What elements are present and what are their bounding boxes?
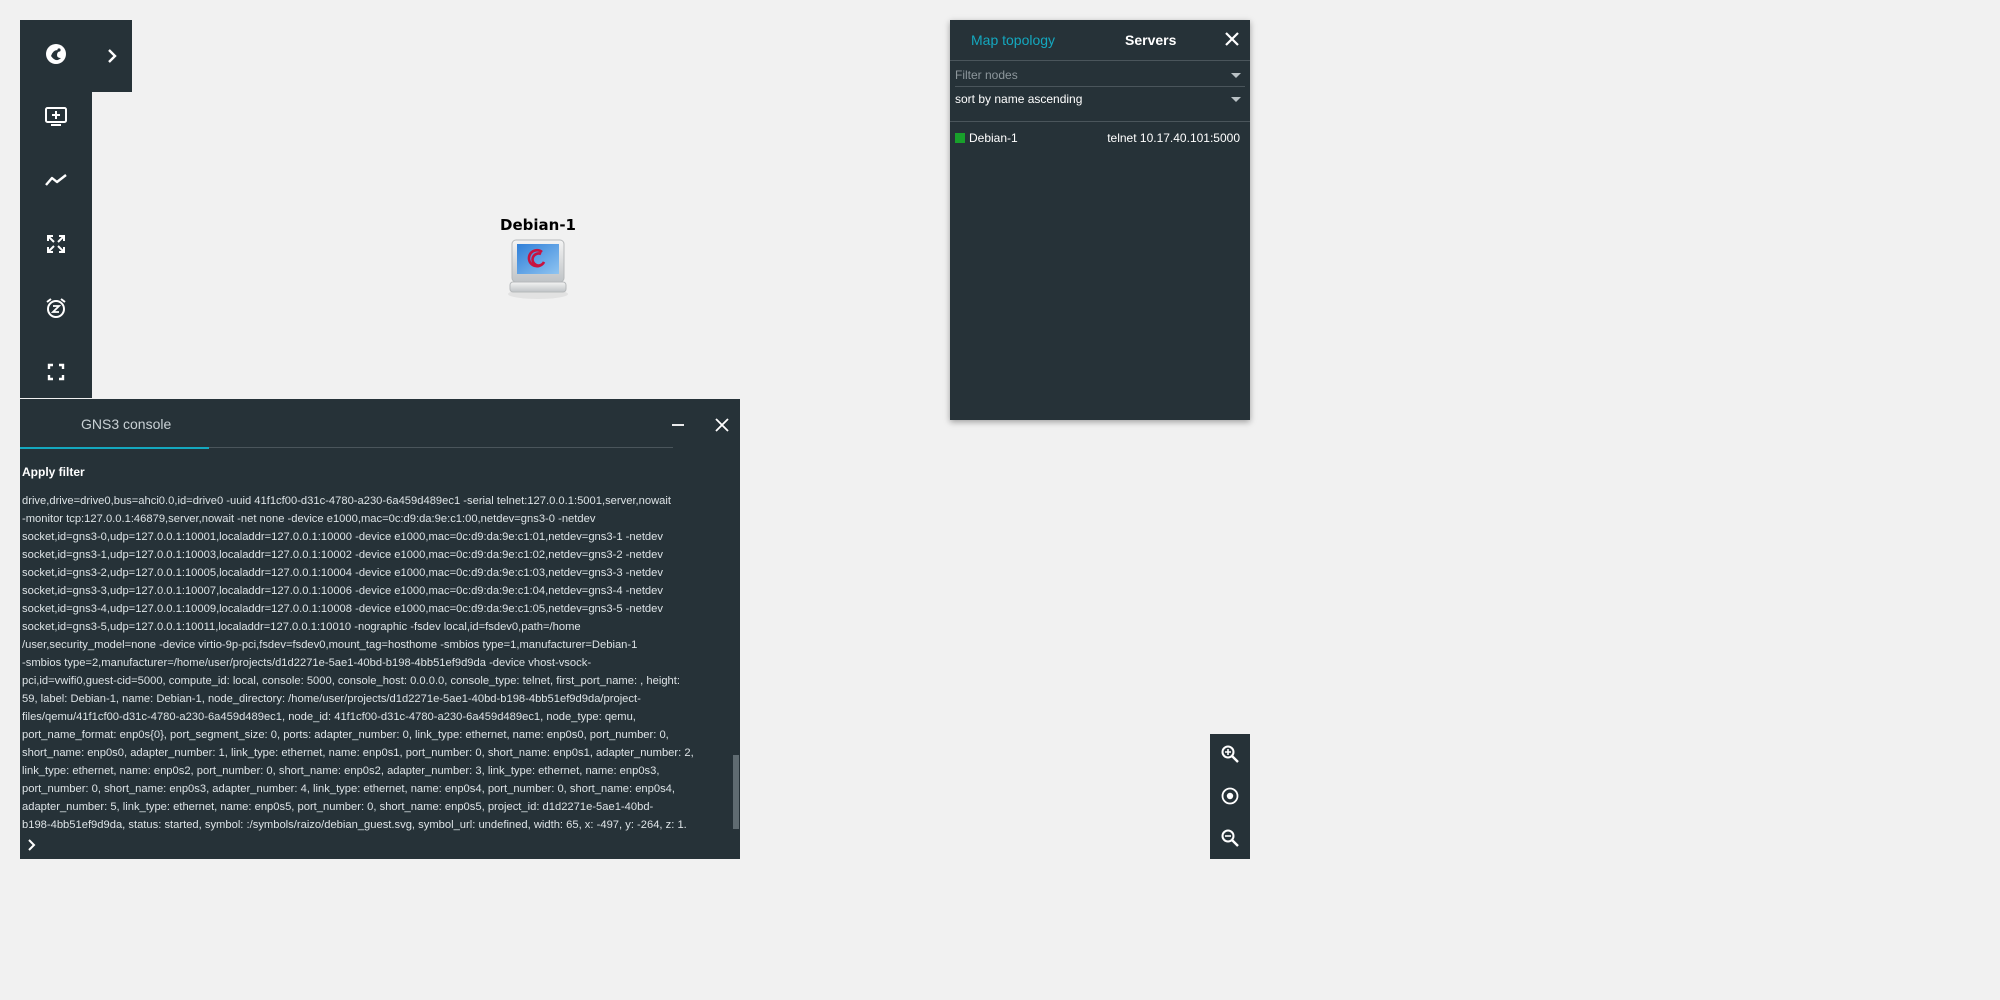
close-icon xyxy=(715,418,729,432)
gns3-logo-icon xyxy=(46,44,66,64)
filter-nodes-input[interactable]: Filter nodes xyxy=(955,66,1245,87)
chevron-down-icon xyxy=(1231,97,1241,102)
console-line: short_name: enp0s0, adapter_number: 1, l… xyxy=(22,747,694,759)
tab-servers[interactable]: Servers xyxy=(1125,32,1176,48)
console-line: socket,id=gns3-4,udp=127.0.0.1:10009,loc… xyxy=(22,603,663,615)
topology-close-button[interactable] xyxy=(1220,27,1244,51)
snooze-icon xyxy=(46,298,66,318)
add-node-icon xyxy=(45,107,67,126)
draw-link-icon xyxy=(45,174,67,186)
zoom-out-button[interactable] xyxy=(1210,818,1250,858)
divider xyxy=(950,121,1250,122)
add-node-button[interactable] xyxy=(20,87,92,147)
console-line: /user,security_model=none -device virtio… xyxy=(22,639,638,651)
topology-panel: Map topology Servers Filter nodes sort b… xyxy=(950,20,1250,420)
snooze-button[interactable] xyxy=(20,278,92,338)
minimize-icon xyxy=(672,424,684,426)
zoom-controls xyxy=(1210,734,1250,859)
console-line: socket,id=gns3-1,udp=127.0.0.1:10003,loc… xyxy=(22,549,663,561)
console-line: drive,drive=drive0,bus=ahci0.0,id=drive0… xyxy=(22,495,671,507)
console-line: link_type: ethernet, name: enp0s2, port_… xyxy=(22,765,660,777)
fullscreen-button[interactable] xyxy=(20,342,92,402)
canvas-node-debian-1[interactable]: Debian-1 xyxy=(498,216,578,300)
node-name: Debian-1 xyxy=(969,131,1018,145)
console-line: files/qemu/41f1cf00-d31c-4780-a230-6a459… xyxy=(22,711,636,723)
reset-zoom-button[interactable] xyxy=(1210,776,1250,816)
node-status-indicator xyxy=(955,133,965,143)
zoom-in-button[interactable] xyxy=(1210,734,1250,774)
tab-map-topology[interactable]: Map topology xyxy=(971,32,1055,48)
console-line: -monitor tcp:127.0.0.1:46879,server,nowa… xyxy=(22,513,596,525)
zoom-in-icon xyxy=(1221,745,1239,763)
console-line: b198-4bb51ef9d9da, status: started, symb… xyxy=(22,819,687,831)
console-output: drive,drive=drive0,bus=ahci0.0,id=drive0… xyxy=(22,492,730,832)
divider xyxy=(209,447,673,448)
console-header: GNS3 console xyxy=(20,399,740,449)
chevron-down-icon xyxy=(1231,73,1241,78)
chevron-right-icon xyxy=(108,49,117,63)
console-line: port_name_format: enp0s{0}, port_segment… xyxy=(22,729,669,741)
console-line: socket,id=gns3-5,udp=127.0.0.1:10011,loc… xyxy=(22,621,581,633)
chevron-right-icon xyxy=(28,839,36,851)
console-line: 59, label: Debian-1, name: Debian-1, nod… xyxy=(22,693,641,705)
apply-filter-button[interactable]: Apply filter xyxy=(22,465,85,479)
console-line: pci,id=vwifi0,guest-cid=5000, compute_id… xyxy=(22,675,680,687)
list-item[interactable]: Debian-1 telnet 10.17.40.101:5000 xyxy=(955,130,1245,148)
gns3-console-panel: GNS3 console Apply filter drive,drive=dr… xyxy=(20,399,740,859)
toolbar-expand-button[interactable] xyxy=(92,20,132,92)
fit-to-screen-button[interactable] xyxy=(20,214,92,274)
left-toolbar xyxy=(20,20,92,398)
close-icon xyxy=(1225,32,1239,46)
console-line: port_number: 0, short_name: enp0s3, adap… xyxy=(22,783,676,795)
debian-guest-icon xyxy=(508,239,568,299)
console-scrollbar[interactable] xyxy=(733,492,739,832)
zoom-out-icon xyxy=(1221,829,1239,847)
topology-tabs: Map topology Servers xyxy=(950,20,1250,61)
console-close-button[interactable] xyxy=(710,413,734,437)
reset-zoom-icon xyxy=(1221,787,1239,805)
scrollbar-thumb[interactable] xyxy=(733,755,739,829)
console-line: socket,id=gns3-2,udp=127.0.0.1:10005,loc… xyxy=(22,567,663,579)
draw-link-button[interactable] xyxy=(20,150,92,210)
node-console-address: telnet 10.17.40.101:5000 xyxy=(1107,131,1240,145)
node-label: Debian-1 xyxy=(500,216,576,234)
console-line: socket,id=gns3-0,udp=127.0.0.1:10001,loc… xyxy=(22,531,663,543)
console-title: GNS3 console xyxy=(81,416,172,432)
console-line: -smbios type=2,manufacturer=/home/user/p… xyxy=(22,657,592,669)
console-line: adapter_number: 5, link_type: ethernet, … xyxy=(22,801,654,813)
sort-select-value: sort by name ascending xyxy=(955,92,1083,106)
console-minimize-button[interactable] xyxy=(668,415,688,435)
console-prompt[interactable] xyxy=(24,837,40,853)
fit-to-screen-icon xyxy=(47,235,65,253)
sort-select[interactable]: sort by name ascending xyxy=(955,90,1245,110)
gns3-logo-button[interactable] xyxy=(20,24,92,84)
filter-nodes-placeholder: Filter nodes xyxy=(955,68,1018,82)
console-line: socket,id=gns3-3,udp=127.0.0.1:10007,loc… xyxy=(22,585,663,597)
fullscreen-icon xyxy=(47,363,65,381)
tab-gns3-console[interactable]: GNS3 console xyxy=(20,399,209,449)
